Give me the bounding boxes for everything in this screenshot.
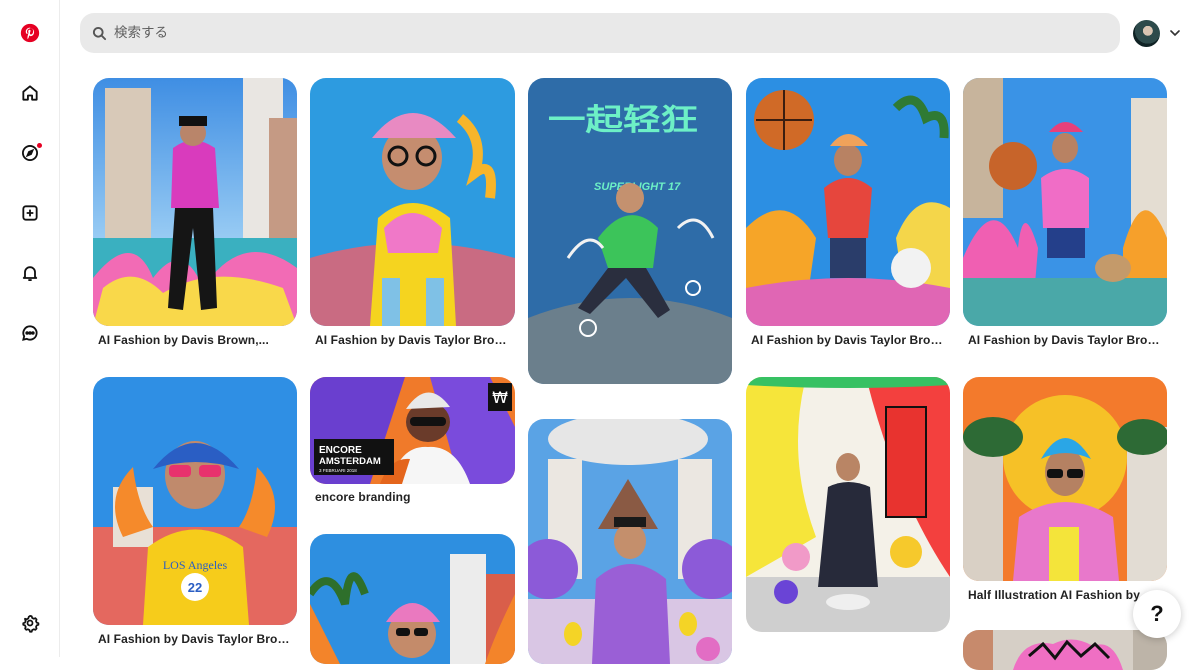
messages-icon[interactable] [14, 317, 46, 349]
pin-title[interactable]: AI Fashion by Davis Taylor Brow... [98, 632, 294, 646]
search-bar[interactable] [80, 13, 1120, 53]
pinterest-logo-icon[interactable] [14, 17, 46, 49]
pin-image[interactable] [528, 419, 732, 664]
pin-title[interactable]: encore branding [315, 490, 511, 504]
pin-image[interactable]: 22 LOS Angeles [93, 377, 297, 625]
pin-image[interactable]: 一起轻狂 SUPERLIGHT 17 [528, 78, 732, 384]
help-button[interactable]: ? [1133, 590, 1181, 638]
pin-image[interactable]: ₩ ENCORE AMSTERDAM 3 FEBRUARI 2018 [310, 377, 515, 484]
pin-image[interactable] [963, 78, 1167, 326]
search-icon [92, 26, 107, 40]
notifications-bell-icon[interactable] [14, 257, 46, 289]
avatar[interactable] [1133, 20, 1160, 47]
pin-grid: AI Fashion by Davis Brown,... 22 LOS Ang… [60, 68, 1200, 670]
encore-line3: 3 FEBRUARI 2018 [319, 468, 357, 473]
create-plus-icon[interactable] [14, 197, 46, 229]
hoodie-number: 22 [188, 580, 202, 595]
settings-gear-icon[interactable] [14, 607, 46, 639]
pin-title[interactable]: AI Fashion by Davis Taylor Brow... [968, 333, 1164, 347]
home-icon[interactable] [14, 77, 46, 109]
pin-title[interactable]: AI Fashion by Davis Brown,... [98, 333, 294, 347]
top-header [60, 0, 1200, 68]
pin-image[interactable] [93, 78, 297, 326]
pin-image[interactable] [963, 630, 1167, 670]
notification-dot [37, 143, 42, 148]
sidebar-nav [0, 0, 60, 657]
explore-compass-icon[interactable] [14, 137, 46, 169]
encore-badge: ₩ [492, 388, 508, 407]
pin-title[interactable]: AI Fashion by Davis Taylor Brow... [315, 333, 511, 347]
chevron-down-icon[interactable] [1167, 25, 1183, 41]
pin-image[interactable] [963, 377, 1167, 581]
pin-image[interactable] [746, 78, 950, 326]
pin-title[interactable]: Half Illustration AI Fashion by... [968, 588, 1164, 602]
pin-title[interactable]: AI Fashion by Davis Taylor Brow... [751, 333, 947, 347]
encore-line2: AMSTERDAM [319, 456, 381, 467]
hoodie-text: LOS Angeles [163, 558, 228, 572]
pin-image[interactable] [310, 78, 515, 326]
poster-headline: 一起轻狂 [548, 103, 698, 138]
search-input[interactable] [114, 25, 1014, 41]
pin-image[interactable] [746, 377, 950, 632]
pin-image[interactable] [310, 534, 515, 664]
encore-line1: ENCORE [319, 445, 362, 456]
